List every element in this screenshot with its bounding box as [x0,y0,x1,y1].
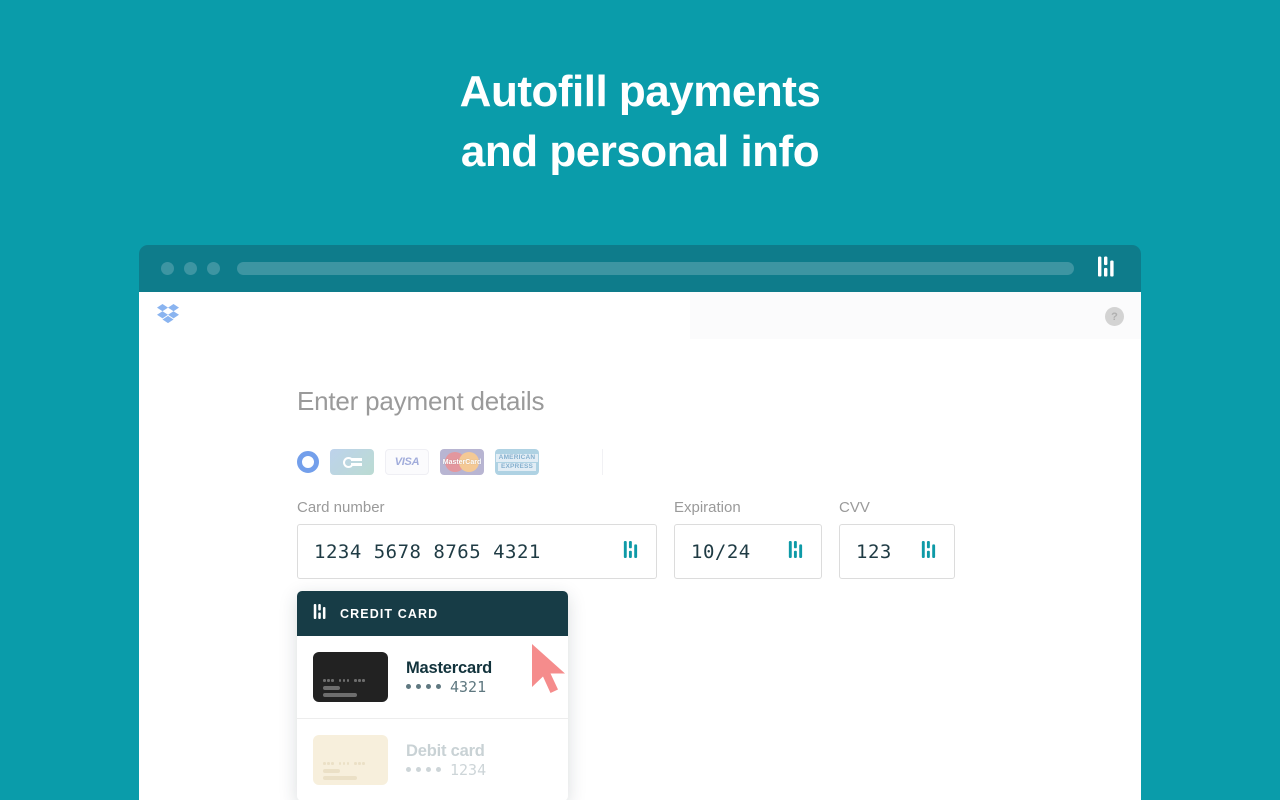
autofill-item-subtitle: 1234 [406,761,486,779]
autofill-item-title: Debit card [406,741,485,760]
card-number-value: 1234 5678 8765 4321 [314,540,541,563]
autofill-header: CREDIT CARD [297,591,568,636]
headline-line-2: and personal info [460,127,820,176]
cb-card-icon [330,449,374,475]
autofill-item-title: Mastercard [406,658,493,677]
close-window-button[interactable] [161,262,174,275]
headline-line-1: Autofill payments [459,67,821,116]
1password-extension-icon[interactable] [1097,254,1117,283]
autofill-item-text: Mastercard 4321 [406,659,492,696]
1password-fill-icon-card-number[interactable] [623,539,640,565]
maximize-window-button[interactable] [207,262,220,275]
dropbox-logo [157,304,179,329]
cvv-label: CVV [839,499,870,516]
autofill-item-debit-card[interactable]: Debit card 1234 [297,718,568,800]
card-number-field-group: Card number 1234 5678 8765 4321 [297,499,657,579]
autofill-header-title: CREDIT CARD [340,606,439,621]
address-bar[interactable] [237,262,1074,275]
mastercard-label: MasterCard [442,458,482,466]
1password-fill-icon-expiration[interactable] [788,539,805,565]
amex-icon: AMERICAN EXPRESS [495,449,539,475]
cvv-input[interactable]: 123 [839,524,955,579]
form-fields-row: Card number 1234 5678 8765 4321 Expirati… [297,499,955,579]
site-header-panel [690,292,1141,339]
traffic-lights [161,262,220,275]
minimize-window-button[interactable] [184,262,197,275]
autofill-item-text: Debit card 1234 [406,742,486,779]
1password-header-icon [313,602,328,626]
user-avatar[interactable]: ? [1105,307,1124,326]
form-heading: Enter payment details [297,386,545,416]
browser-chrome [139,245,1141,292]
masked-digits-icon [406,767,441,772]
card-number-input[interactable]: 1234 5678 8765 4321 [297,524,657,579]
autofill-item-mastercard[interactable]: Mastercard 4321 [297,636,568,718]
payment-method-radio[interactable] [297,451,319,473]
mastercard-icon: MasterCard [440,449,484,475]
credit-card-thumbnail-icon [313,652,388,702]
amex-label-line-1: AMERICAN [495,453,539,462]
brand-divider [602,449,603,475]
cvv-field-group: CVV 123 [839,499,955,579]
autofill-dropdown: CREDIT CARD Mastercard 4321 Debit card 1… [297,591,568,800]
expiration-field-group: Expiration 10/24 [674,499,822,579]
expiration-value: 10/24 [691,540,751,563]
masked-digits-icon [406,684,441,689]
browser-window: ? Enter payment details VISA MasterCard … [139,245,1141,800]
page-viewport: ? Enter payment details VISA MasterCard … [139,292,1141,800]
expiration-label: Expiration [674,499,741,516]
expiration-input[interactable]: 10/24 [674,524,822,579]
autofill-item-last4: 4321 [450,677,487,696]
amex-label-line-2: EXPRESS [497,462,537,471]
autofill-item-last4: 1234 [450,760,487,779]
1password-fill-icon-cvv[interactable] [921,539,938,565]
autofill-item-subtitle: 4321 [406,678,492,696]
cvv-value: 123 [856,540,892,563]
card-number-label: Card number [297,499,385,516]
payment-form: Enter payment details VISA MasterCard AM… [297,386,955,579]
site-header: ? [139,292,1141,339]
debit-card-thumbnail-icon [313,735,388,785]
card-brand-row: VISA MasterCard AMERICAN EXPRESS [297,449,955,475]
visa-icon: VISA [385,449,429,475]
autofill-item-list: Mastercard 4321 Debit card 1234 [297,636,568,800]
page-title: Autofill payments and personal info [0,62,1280,182]
